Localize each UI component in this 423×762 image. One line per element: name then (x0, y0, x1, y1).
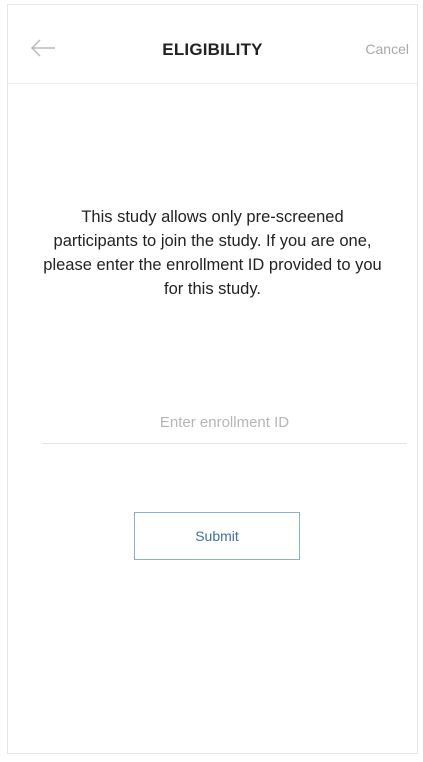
navigation-bar: ELIGIBILITY Cancel (8, 5, 417, 84)
eligibility-message: This study allows only pre-screened part… (43, 208, 382, 298)
enrollment-id-input[interactable] (42, 401, 407, 443)
submit-button[interactable]: Submit (134, 512, 300, 560)
eligibility-screen: ELIGIBILITY Cancel This study allows onl… (7, 4, 418, 754)
cancel-button[interactable]: Cancel (365, 41, 409, 57)
page-title: ELIGIBILITY (162, 40, 263, 59)
enrollment-id-field (42, 401, 407, 444)
